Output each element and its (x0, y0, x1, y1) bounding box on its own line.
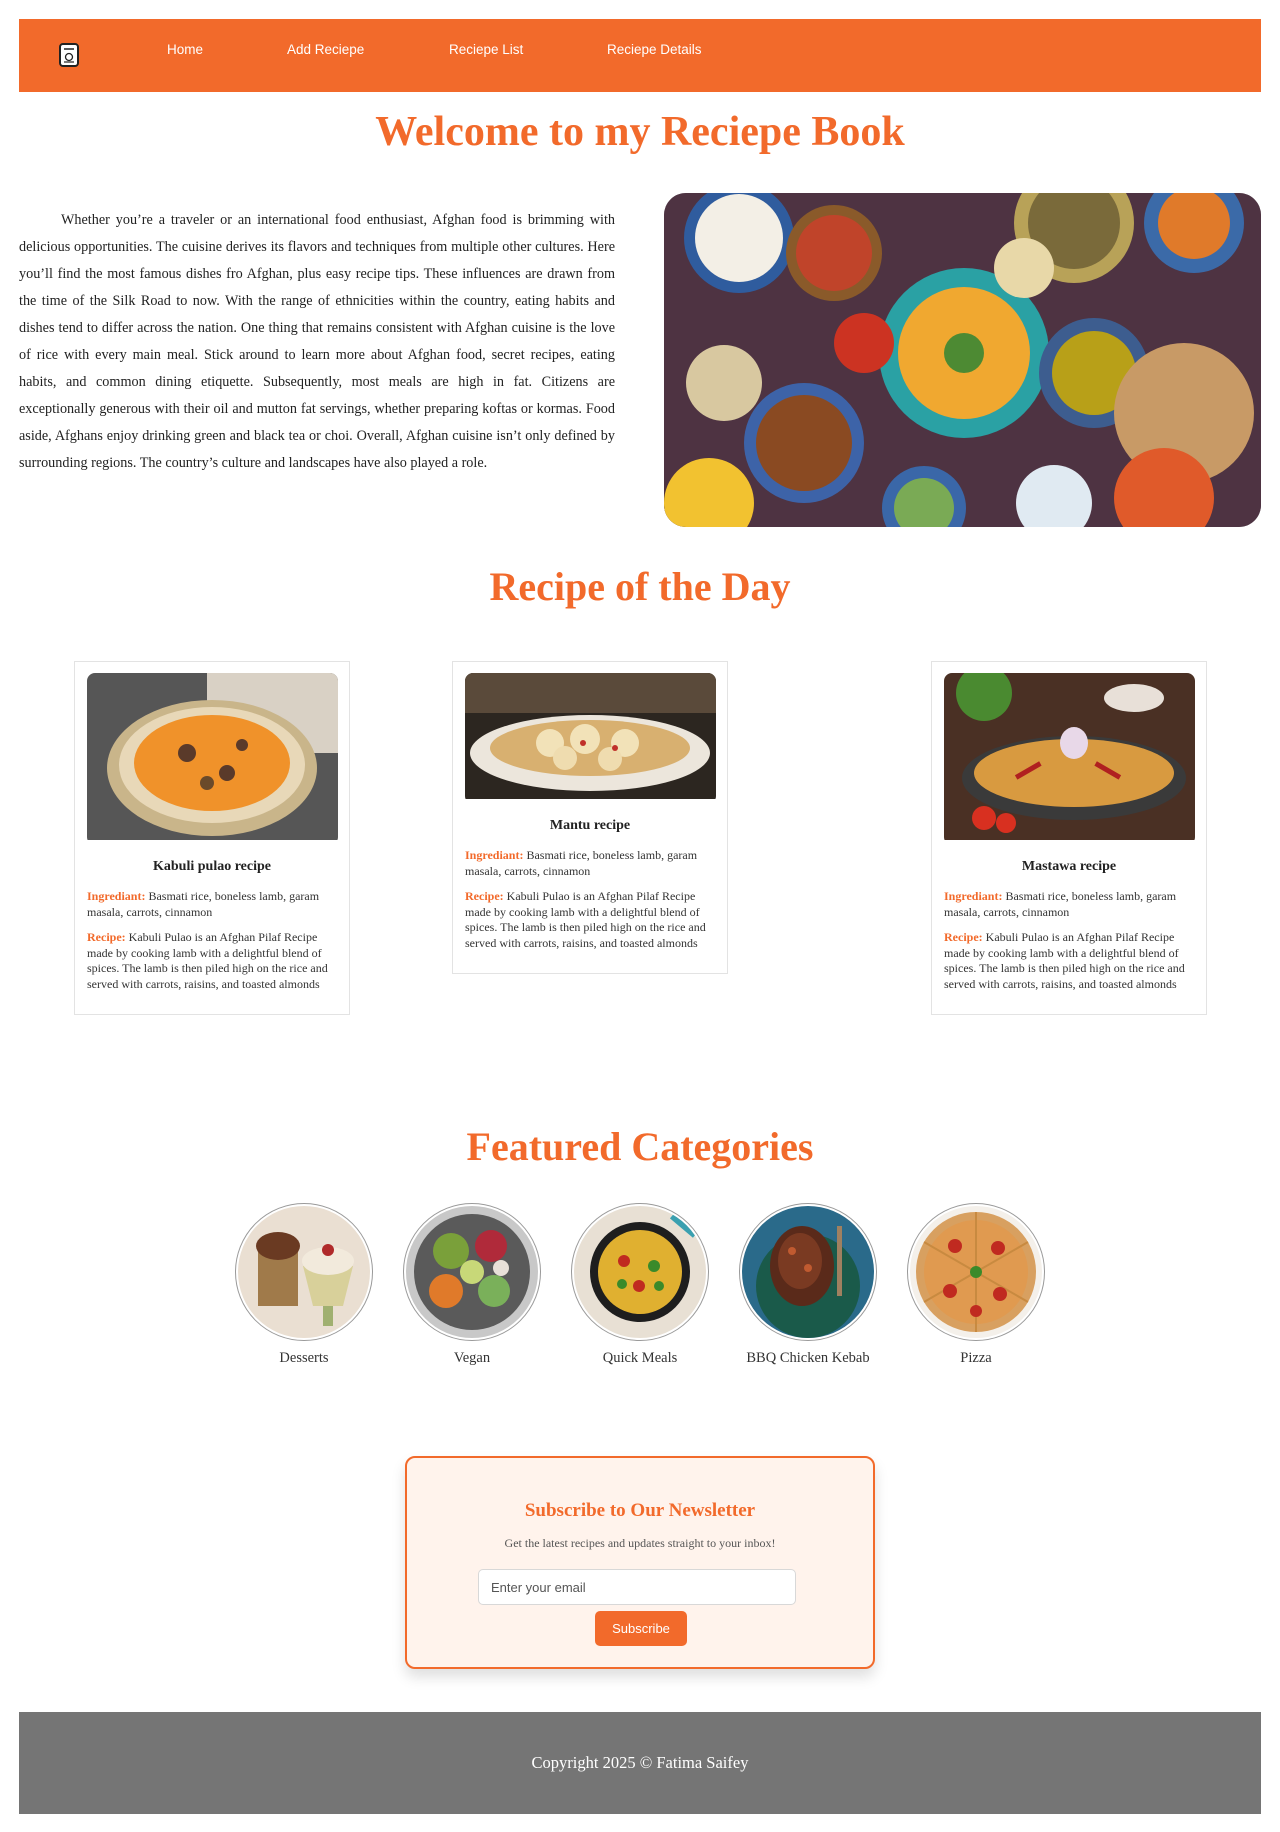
nav-home-link[interactable]: Home (167, 42, 203, 57)
hero-food-image (664, 193, 1261, 527)
vegan-image (403, 1203, 541, 1341)
category-bbq-chicken-kebab[interactable]: BBQ Chicken Kebab (738, 1203, 878, 1367)
ingredient-line: Ingrediant: Basmati rice, boneless lamb,… (87, 889, 337, 920)
recipe-card-title: Kabuli pulao recipe (153, 859, 271, 874)
recipe-card-mastawa[interactable]: Mastawa recipe Ingrediant: Basmati rice,… (931, 661, 1207, 1015)
category-label: Vegan (453, 1350, 491, 1366)
email-field[interactable] (478, 1569, 796, 1605)
pizza-image (907, 1203, 1045, 1341)
category-vegan[interactable]: Vegan (402, 1203, 542, 1367)
recipe-card-kabuli[interactable]: Kabuli pulao recipe Ingrediant: Basmati … (74, 661, 350, 1015)
ingredient-line: Ingrediant: Basmati rice, boneless lamb,… (944, 889, 1194, 920)
nav-recipe-details-link[interactable]: Reciepe Details (607, 42, 702, 57)
recipe-label: Recipe: (944, 930, 983, 944)
footer: Copyright 2025 © Fatima Saifey (19, 1712, 1261, 1814)
nav-recipe-list-link[interactable]: Reciepe List (449, 42, 523, 57)
desserts-image (235, 1203, 373, 1341)
bbq-chicken-image (739, 1203, 877, 1341)
ingredient-label: Ingrediant: (944, 889, 1003, 903)
recipe-label: Recipe: (465, 889, 504, 903)
recipe-line: Recipe: Kabuli Pulao is an Afghan Pilaf … (944, 930, 1194, 992)
nav-add-recipe-link[interactable]: Add Reciepe (287, 42, 364, 57)
category-desserts[interactable]: Desserts (234, 1203, 374, 1367)
mastawa-image (944, 673, 1195, 845)
category-label: Pizza (960, 1350, 992, 1366)
newsletter-subtitle: Get the latest recipes and updates strai… (504, 1536, 776, 1550)
ingredient-line: Ingrediant: Basmati rice, boneless lamb,… (465, 848, 715, 879)
recipe-card-mantu[interactable]: Mantu recipe Ingrediant: Basmati rice, b… (452, 661, 728, 974)
page-title: Welcome to my Reciepe Book (375, 109, 905, 155)
newsletter-title: Subscribe to Our Newsletter (524, 1500, 756, 1521)
recipe-label: Recipe: (87, 930, 126, 944)
quick-meals-image (571, 1203, 709, 1341)
category-label: Quick Meals (602, 1350, 678, 1366)
recipe-card-title: Mantu recipe (549, 818, 631, 833)
intro-paragraph: Whether you’re a traveler or an internat… (19, 212, 615, 471)
recipe-book-icon[interactable] (58, 42, 80, 68)
kabuli-pulao-image (87, 673, 338, 845)
category-pizza[interactable]: Pizza (906, 1203, 1046, 1367)
mantu-image (465, 673, 716, 804)
category-label: Desserts (279, 1350, 329, 1366)
recipe-line: Recipe: Kabuli Pulao is an Afghan Pilaf … (87, 930, 337, 992)
recipe-card-title: Mastawa recipe (1021, 859, 1117, 874)
ingredient-label: Ingrediant: (465, 848, 524, 862)
copyright-text: Copyright 2025 © Fatima Saifey (531, 1753, 749, 1772)
recipe-line: Recipe: Kabuli Pulao is an Afghan Pilaf … (465, 889, 715, 951)
newsletter-box: Subscribe to Our Newsletter Get the late… (405, 1456, 875, 1669)
category-quick-meals[interactable]: Quick Meals (570, 1203, 710, 1367)
subscribe-button[interactable]: Subscribe (595, 1611, 687, 1646)
recipe-of-day-title: Recipe of the Day (489, 564, 791, 609)
top-navbar: Home Add Reciepe Reciepe List Reciepe De… (19, 19, 1261, 92)
ingredient-label: Ingrediant: (87, 889, 146, 903)
category-label: BBQ Chicken Kebab (746, 1350, 870, 1366)
featured-categories-title: Featured Categories (466, 1124, 814, 1169)
